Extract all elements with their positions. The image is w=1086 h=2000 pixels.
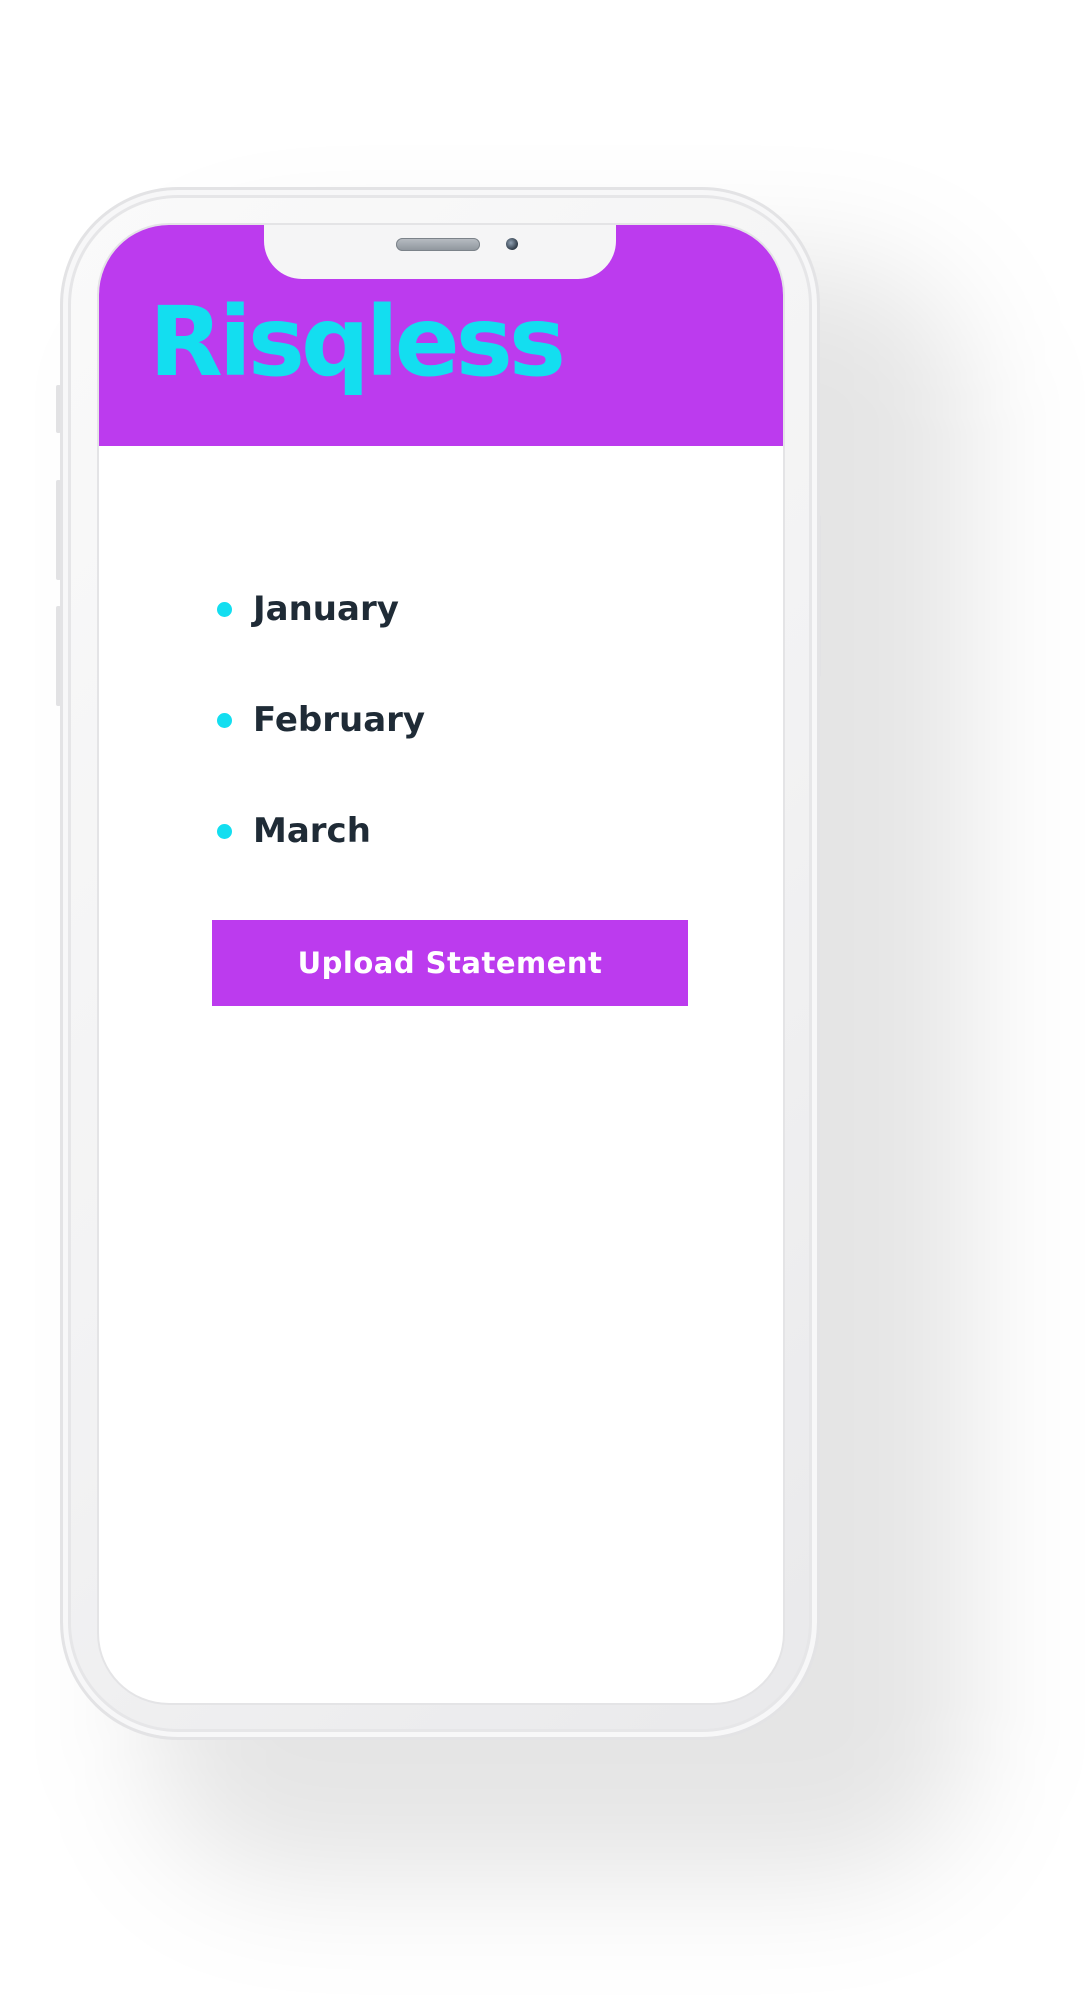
month-label: March (253, 811, 371, 851)
dot-icon (217, 713, 232, 728)
dot-icon (217, 602, 232, 617)
list-item-february[interactable]: February (217, 696, 425, 807)
mockup-canvas: Risqless January February March Upload S… (0, 0, 1086, 2000)
phone-notch (264, 225, 616, 279)
list-item-january[interactable]: January (217, 585, 425, 696)
list-item-march[interactable]: March (217, 807, 425, 918)
month-label: January (253, 589, 399, 629)
dot-icon (217, 824, 232, 839)
month-label: February (253, 700, 426, 740)
app-logo: Risqless (149, 286, 566, 398)
speaker-grille-icon (396, 238, 480, 251)
front-camera-icon (506, 238, 518, 250)
phone-screen: Risqless January February March Upload S… (99, 225, 783, 1703)
upload-statement-button[interactable]: Upload Statement (212, 920, 688, 1006)
month-list: January February March (217, 585, 425, 918)
